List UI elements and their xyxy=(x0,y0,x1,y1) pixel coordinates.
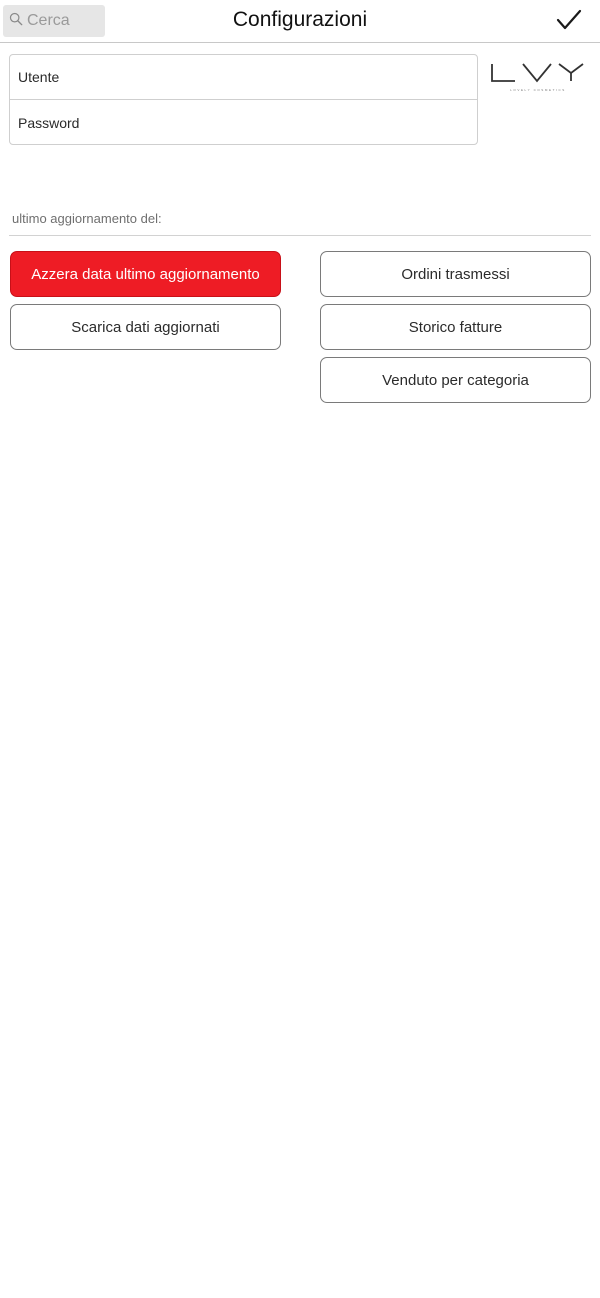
password-field-row xyxy=(10,100,477,145)
user-input[interactable] xyxy=(18,69,458,85)
search-box[interactable] xyxy=(3,5,105,37)
password-input[interactable] xyxy=(18,114,458,131)
divider xyxy=(9,235,591,236)
sent-orders-button[interactable]: Ordini trasmessi xyxy=(320,251,591,297)
search-icon xyxy=(9,12,23,31)
logo-subtitle: LOVELY COSMETICS xyxy=(510,88,566,92)
invoice-history-button[interactable]: Storico fatture xyxy=(320,304,591,350)
checkmark-icon xyxy=(556,9,582,36)
configuration-screen: Configurazioni LOVELY COSMETICS ultimo a… xyxy=(0,0,600,1298)
reset-update-date-button[interactable]: Azzera data ultimo aggiornamento xyxy=(10,251,281,297)
last-update-label: ultimo aggiornamento del: xyxy=(12,211,162,226)
brand-logo: LOVELY COSMETICS xyxy=(489,62,587,94)
credentials-form xyxy=(9,54,478,145)
sold-by-category-button[interactable]: Venduto per categoria xyxy=(320,357,591,403)
lvy-logo-mark xyxy=(491,63,584,83)
download-data-button[interactable]: Scarica dati aggiornati xyxy=(10,304,281,350)
confirm-button[interactable] xyxy=(553,9,585,35)
user-field-row xyxy=(10,55,477,100)
top-bar: Configurazioni xyxy=(0,0,600,43)
page-title: Configurazioni xyxy=(232,8,368,31)
search-input[interactable] xyxy=(27,12,105,30)
